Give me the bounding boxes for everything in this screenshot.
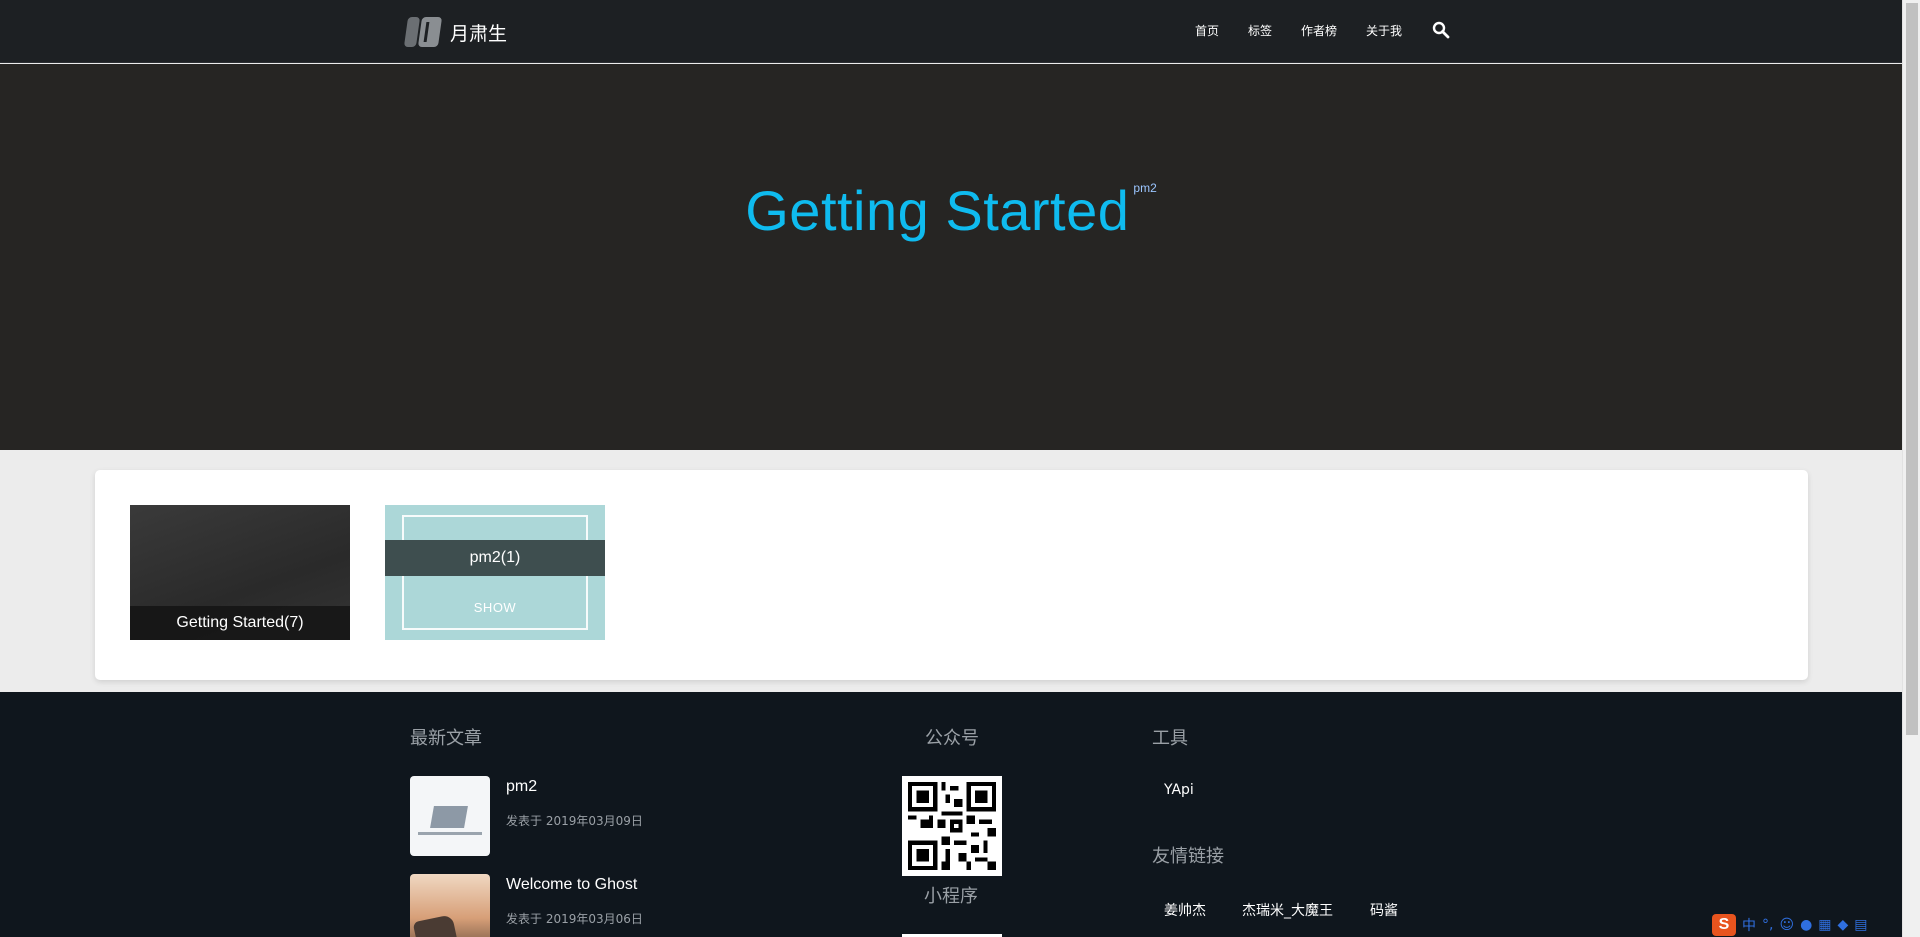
nav-tags[interactable]: 标签 [1248,22,1272,39]
brand-logo-icon [403,15,443,49]
tools-title: 工具 [1152,728,1188,749]
nav-links: 首页 标签 作者榜 关于我 [1195,20,1451,40]
tag-title: Getting Started [745,179,1130,242]
skin-icon[interactable]: ◆ [1838,917,1849,933]
tag-card-pm2[interactable]: pm2(1) SHOW [385,505,605,640]
brand[interactable]: 月肃生 [403,14,508,50]
post-title[interactable]: pm2 [506,778,537,796]
list-item[interactable]: pm2 发表于 2019年03月09日 [410,776,730,856]
search-icon[interactable] [1431,20,1451,40]
ime-toolbar: S 中 °, ☺ ● ▦ ◆ ▤ [1712,912,1902,937]
nav-home[interactable]: 首页 [1195,22,1219,39]
friend-link[interactable]: 姜帅杰 [1164,900,1206,920]
sogou-logo-icon[interactable]: S [1712,913,1736,936]
wechat-title: 公众号 [925,728,979,749]
emoji-icon[interactable]: ☺ [1779,917,1794,933]
list-item[interactable]: Welcome to Ghost 发表于 2019年03月06日 [410,874,730,937]
tag-card-show-button[interactable]: SHOW [385,600,605,615]
tag-card-label: Getting Started(7) [130,606,350,640]
brand-name: 月肃生 [450,22,508,45]
post-thumbnail[interactable] [410,776,490,856]
top-nav: 月肃生 首页 标签 作者榜 关于我 [0,0,1902,63]
mini-program-label: 小程序 [924,886,978,907]
post-date: 发表于 2019年03月06日 [506,912,643,926]
qr-code-icon [908,782,996,870]
ime-mode-toggle[interactable]: 中 [1742,915,1756,935]
post-thumbnail[interactable] [410,874,490,937]
vertical-scrollbar[interactable] [1902,0,1920,937]
nav-authors[interactable]: 作者榜 [1301,22,1337,39]
wechat-qr-code [902,776,1002,876]
nav-about[interactable]: 关于我 [1366,22,1402,39]
tool-link-yapi[interactable]: YApi [1164,782,1194,798]
footer: 最新文章 pm2 发表于 2019年03月09日 Welcome to Ghos… [0,692,1902,937]
friend-links-title: 友情链接 [1152,846,1224,867]
microphone-icon[interactable]: ● [1800,917,1812,933]
post-date: 发表于 2019年03月09日 [506,814,643,828]
related-tag-superscript[interactable]: pm2 [1133,181,1156,195]
tag-card-label: pm2(1) [385,540,605,576]
post-title[interactable]: Welcome to Ghost [506,876,637,894]
hero-banner: Getting Started pm2 [0,64,1902,450]
grid-menu-icon[interactable]: ▤ [1854,917,1867,933]
tag-panel: Getting Started(7) pm2(1) SHOW [95,470,1808,680]
friend-link[interactable]: 杰瑞米_大魔王 [1242,900,1333,920]
latest-posts-title: 最新文章 [410,728,482,749]
ime-punctuation-toggle[interactable]: °, [1762,917,1773,933]
tag-card-getting-started[interactable]: Getting Started(7) [130,505,350,640]
keyboard-icon[interactable]: ▦ [1818,917,1831,933]
scrollbar-thumb[interactable] [1906,3,1918,735]
hero-title: Getting Started pm2 [0,178,1902,243]
friend-link[interactable]: 码酱 [1370,900,1398,920]
